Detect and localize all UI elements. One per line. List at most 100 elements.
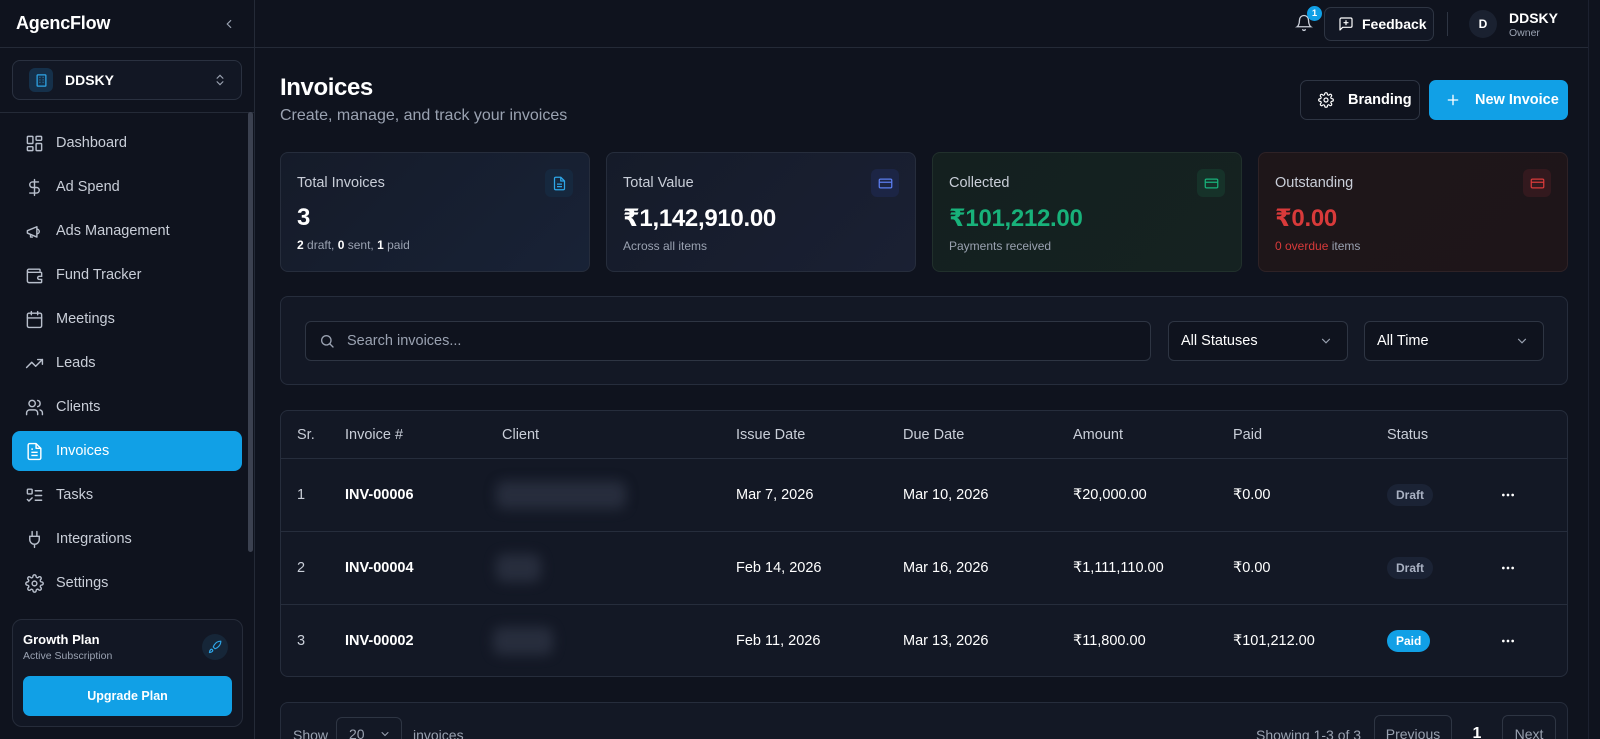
- sidebar-item-clients[interactable]: Clients: [12, 387, 242, 427]
- brand-header: AgencFlow: [0, 0, 254, 48]
- cell-amount: ₹1,111,110.00: [1073, 560, 1164, 576]
- search-icon: [319, 333, 335, 349]
- megaphone-icon: [24, 221, 44, 241]
- sidebar-scrollbar[interactable]: [248, 112, 253, 552]
- table-row[interactable]: 1 INV-00006 Mar 7, 2026 Mar 10, 2026 ₹20…: [281, 459, 1567, 532]
- table-row[interactable]: 3 INV-00002 Feb 11, 2026 Mar 13, 2026 ₹1…: [281, 605, 1567, 676]
- page-size-select[interactable]: 20: [336, 717, 402, 739]
- sidebar-item-label: Fund Tracker: [56, 267, 142, 283]
- stat-note: 0 overdue items: [1275, 239, 1361, 253]
- sidebar-item-label: Invoices: [56, 443, 110, 459]
- upgrade-plan-button[interactable]: Upgrade Plan: [23, 676, 232, 716]
- sidebar-item-label: Settings: [56, 575, 109, 591]
- stat-note: Across all items: [623, 239, 708, 253]
- page-number-button[interactable]: 1: [1461, 715, 1493, 739]
- list-checks-icon: [24, 485, 44, 505]
- sidebar-item-fund-tracker[interactable]: Fund Tracker: [12, 255, 242, 295]
- app-logo-text: AgencFlow: [16, 13, 111, 33]
- cell-invoice-number[interactable]: INV-00004: [345, 560, 414, 576]
- stat-card-total-value: Total Value ₹1,142,910.00 Across all ite…: [606, 152, 916, 272]
- sidebar-item-integrations[interactable]: Integrations: [12, 519, 242, 559]
- more-horizontal-icon[interactable]: [1498, 558, 1518, 578]
- stat-label: Collected: [949, 175, 1010, 191]
- sidebar-item-dashboard[interactable]: Dashboard: [12, 123, 242, 163]
- avatar[interactable]: D: [1469, 10, 1497, 38]
- plug-icon: [24, 529, 44, 549]
- cell-paid: ₹0.00: [1233, 487, 1271, 503]
- sidebar-item-label: Integrations: [56, 531, 132, 547]
- building-icon: [29, 68, 53, 92]
- status-filter-select[interactable]: All Statuses: [1168, 321, 1348, 361]
- feedback-button[interactable]: Feedback: [1324, 7, 1434, 41]
- sidebar-item-label: Tasks: [56, 487, 94, 503]
- user-role: Owner: [1509, 27, 1540, 39]
- column-header-amount[interactable]: Amount: [1073, 427, 1123, 443]
- redacted-client-name: [493, 627, 553, 655]
- topbar: 1 Feedback D DDSKY Owner: [255, 0, 1600, 48]
- sidebar-item-tasks[interactable]: Tasks: [12, 475, 242, 515]
- user-name: DDSKY: [1509, 10, 1559, 26]
- sidebar-item-ads-management[interactable]: Ads Management: [12, 211, 242, 251]
- branding-button[interactable]: Branding: [1300, 80, 1420, 120]
- time-filter-select[interactable]: All Time: [1364, 321, 1544, 361]
- sidebar-item-label: Ad Spend: [56, 179, 120, 195]
- stat-note: 2 draft, 0 sent, 1 paid: [297, 238, 410, 252]
- plus-icon: [1445, 92, 1461, 108]
- sidebar-item-settings[interactable]: Settings: [12, 563, 242, 603]
- next-page-button[interactable]: Next: [1502, 715, 1556, 739]
- cell-due-date: Mar 10, 2026: [903, 487, 989, 503]
- page-size-value: 20: [349, 726, 365, 739]
- credit-card-icon: [1523, 169, 1551, 197]
- sidebar-item-label: Clients: [56, 399, 101, 415]
- sidebar-item-label: Meetings: [56, 311, 115, 327]
- column-header-paid[interactable]: Paid: [1233, 427, 1262, 443]
- column-header-status[interactable]: Status: [1387, 427, 1428, 443]
- invoices-label: invoices: [413, 727, 464, 739]
- chevron-down-icon: [1319, 334, 1333, 348]
- column-header-due-date[interactable]: Due Date: [903, 427, 964, 443]
- dollar-icon: [24, 177, 44, 197]
- chevron-down-icon: [379, 728, 391, 739]
- more-horizontal-icon[interactable]: [1498, 631, 1518, 651]
- previous-page-button[interactable]: Previous: [1374, 715, 1452, 739]
- search-input[interactable]: [347, 333, 1150, 349]
- sidebar-item-invoices[interactable]: Invoices: [12, 431, 242, 471]
- stat-value: ₹101,212.00: [949, 205, 1083, 232]
- column-header-invoice[interactable]: Invoice #: [345, 427, 403, 443]
- sidebar-item-meetings[interactable]: Meetings: [12, 299, 242, 339]
- collapse-sidebar-icon[interactable]: [220, 15, 238, 33]
- rocket-icon: [202, 634, 228, 660]
- sidebar-item-ad-spend[interactable]: Ad Spend: [12, 167, 242, 207]
- cell-paid: ₹0.00: [1233, 560, 1271, 576]
- pagination-bar: Show 20 invoices Showing 1-3 of 3 Previo…: [280, 702, 1568, 739]
- column-header-client[interactable]: Client: [502, 427, 539, 443]
- stat-card-total-invoices: Total Invoices 3 2 draft, 0 sent, 1 paid: [280, 152, 590, 272]
- sidebar-item-leads[interactable]: Leads: [12, 343, 242, 383]
- column-header-issue-date[interactable]: Issue Date: [736, 427, 805, 443]
- cell-issue-date: Mar 7, 2026: [736, 487, 814, 503]
- new-invoice-button[interactable]: New Invoice: [1429, 80, 1568, 120]
- filter-bar: All Statuses All Time: [280, 296, 1568, 385]
- branding-label: Branding: [1348, 92, 1412, 108]
- stat-card-collected: Collected ₹101,212.00 Payments received: [932, 152, 1242, 272]
- status-badge: Paid: [1387, 630, 1431, 652]
- status-filter-value: All Statuses: [1181, 333, 1258, 349]
- notification-badge: 1: [1307, 6, 1322, 21]
- cell-invoice-number[interactable]: INV-00006: [345, 487, 414, 503]
- stat-label: Total Value: [623, 175, 694, 191]
- page-subtitle: Create, manage, and track your invoices: [280, 107, 568, 124]
- page-scrollbar[interactable]: [1588, 0, 1600, 739]
- file-text-icon: [545, 169, 573, 197]
- table-row[interactable]: 2 INV-00004 Feb 14, 2026 Mar 16, 2026 ₹1…: [281, 532, 1567, 605]
- workspace-section: DDSKY: [0, 48, 254, 113]
- cell-issue-date: Feb 11, 2026: [736, 633, 821, 649]
- chevron-down-icon: [1515, 334, 1529, 348]
- plan-subtitle: Active Subscription: [23, 650, 113, 662]
- sidebar: AgencFlow DDSKY Dashboard Ad Spend Ads M…: [0, 0, 255, 739]
- workspace-name: DDSKY: [65, 72, 115, 88]
- more-horizontal-icon[interactable]: [1498, 485, 1518, 505]
- cell-invoice-number[interactable]: INV-00002: [345, 633, 414, 649]
- cell-sr: 1: [297, 487, 306, 503]
- column-header-sr[interactable]: Sr.: [297, 427, 315, 443]
- workspace-switcher[interactable]: DDSKY: [12, 60, 242, 100]
